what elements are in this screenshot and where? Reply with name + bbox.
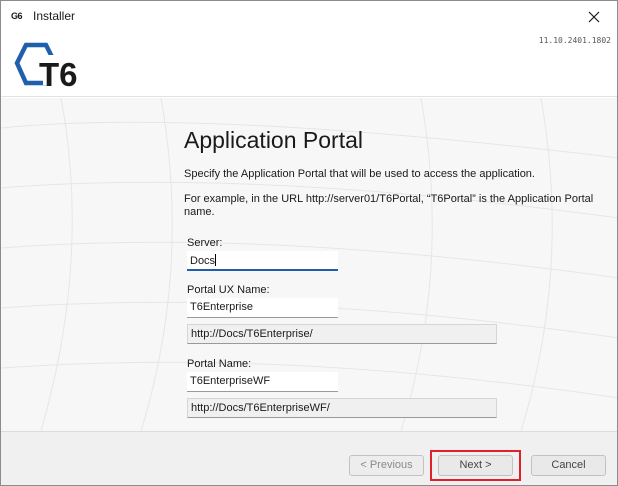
window-title: Installer bbox=[33, 9, 76, 23]
header-banner: 11.10.2401.1802 T6 bbox=[1, 32, 617, 97]
portal-ux-url: http://Docs/T6Enterprise/ bbox=[187, 324, 497, 344]
wizard-footer: < Previous Next > Cancel bbox=[1, 431, 617, 485]
title-bar: G6 Installer bbox=[1, 1, 617, 32]
close-button[interactable] bbox=[571, 1, 617, 32]
page-title: Application Portal bbox=[184, 127, 363, 153]
app-icon: G6 bbox=[11, 11, 23, 21]
close-icon bbox=[588, 11, 600, 22]
t6-logo: T6 bbox=[14, 42, 78, 91]
logo-text: T6 bbox=[39, 56, 78, 91]
text-caret bbox=[215, 254, 217, 266]
installer-window: G6 Installer 11.10.2401.1802 T6 Applicat… bbox=[0, 0, 618, 486]
wizard-content: Application Portal Specify the Applicati… bbox=[1, 98, 617, 431]
portal-ux-name-label: Portal UX Name: bbox=[187, 284, 270, 296]
previous-button[interactable]: < Previous bbox=[349, 455, 424, 476]
portal-name-url: http://Docs/T6EnterpriseWF/ bbox=[187, 398, 497, 418]
version-label: 11.10.2401.1802 bbox=[538, 36, 611, 45]
page-description: Specify the Application Portal that will… bbox=[184, 168, 535, 180]
server-label: Server: bbox=[187, 237, 223, 249]
cancel-button[interactable]: Cancel bbox=[531, 455, 606, 476]
server-input[interactable]: Docs bbox=[187, 251, 338, 271]
page-example: For example, in the URL http://server01/… bbox=[184, 193, 594, 218]
portal-name-label: Portal Name: bbox=[187, 358, 252, 370]
portal-ux-name-input[interactable]: T6Enterprise bbox=[187, 298, 338, 318]
next-button[interactable]: Next > bbox=[438, 455, 513, 476]
portal-name-input[interactable]: T6EnterpriseWF bbox=[187, 372, 338, 392]
server-value: Docs bbox=[190, 255, 216, 267]
